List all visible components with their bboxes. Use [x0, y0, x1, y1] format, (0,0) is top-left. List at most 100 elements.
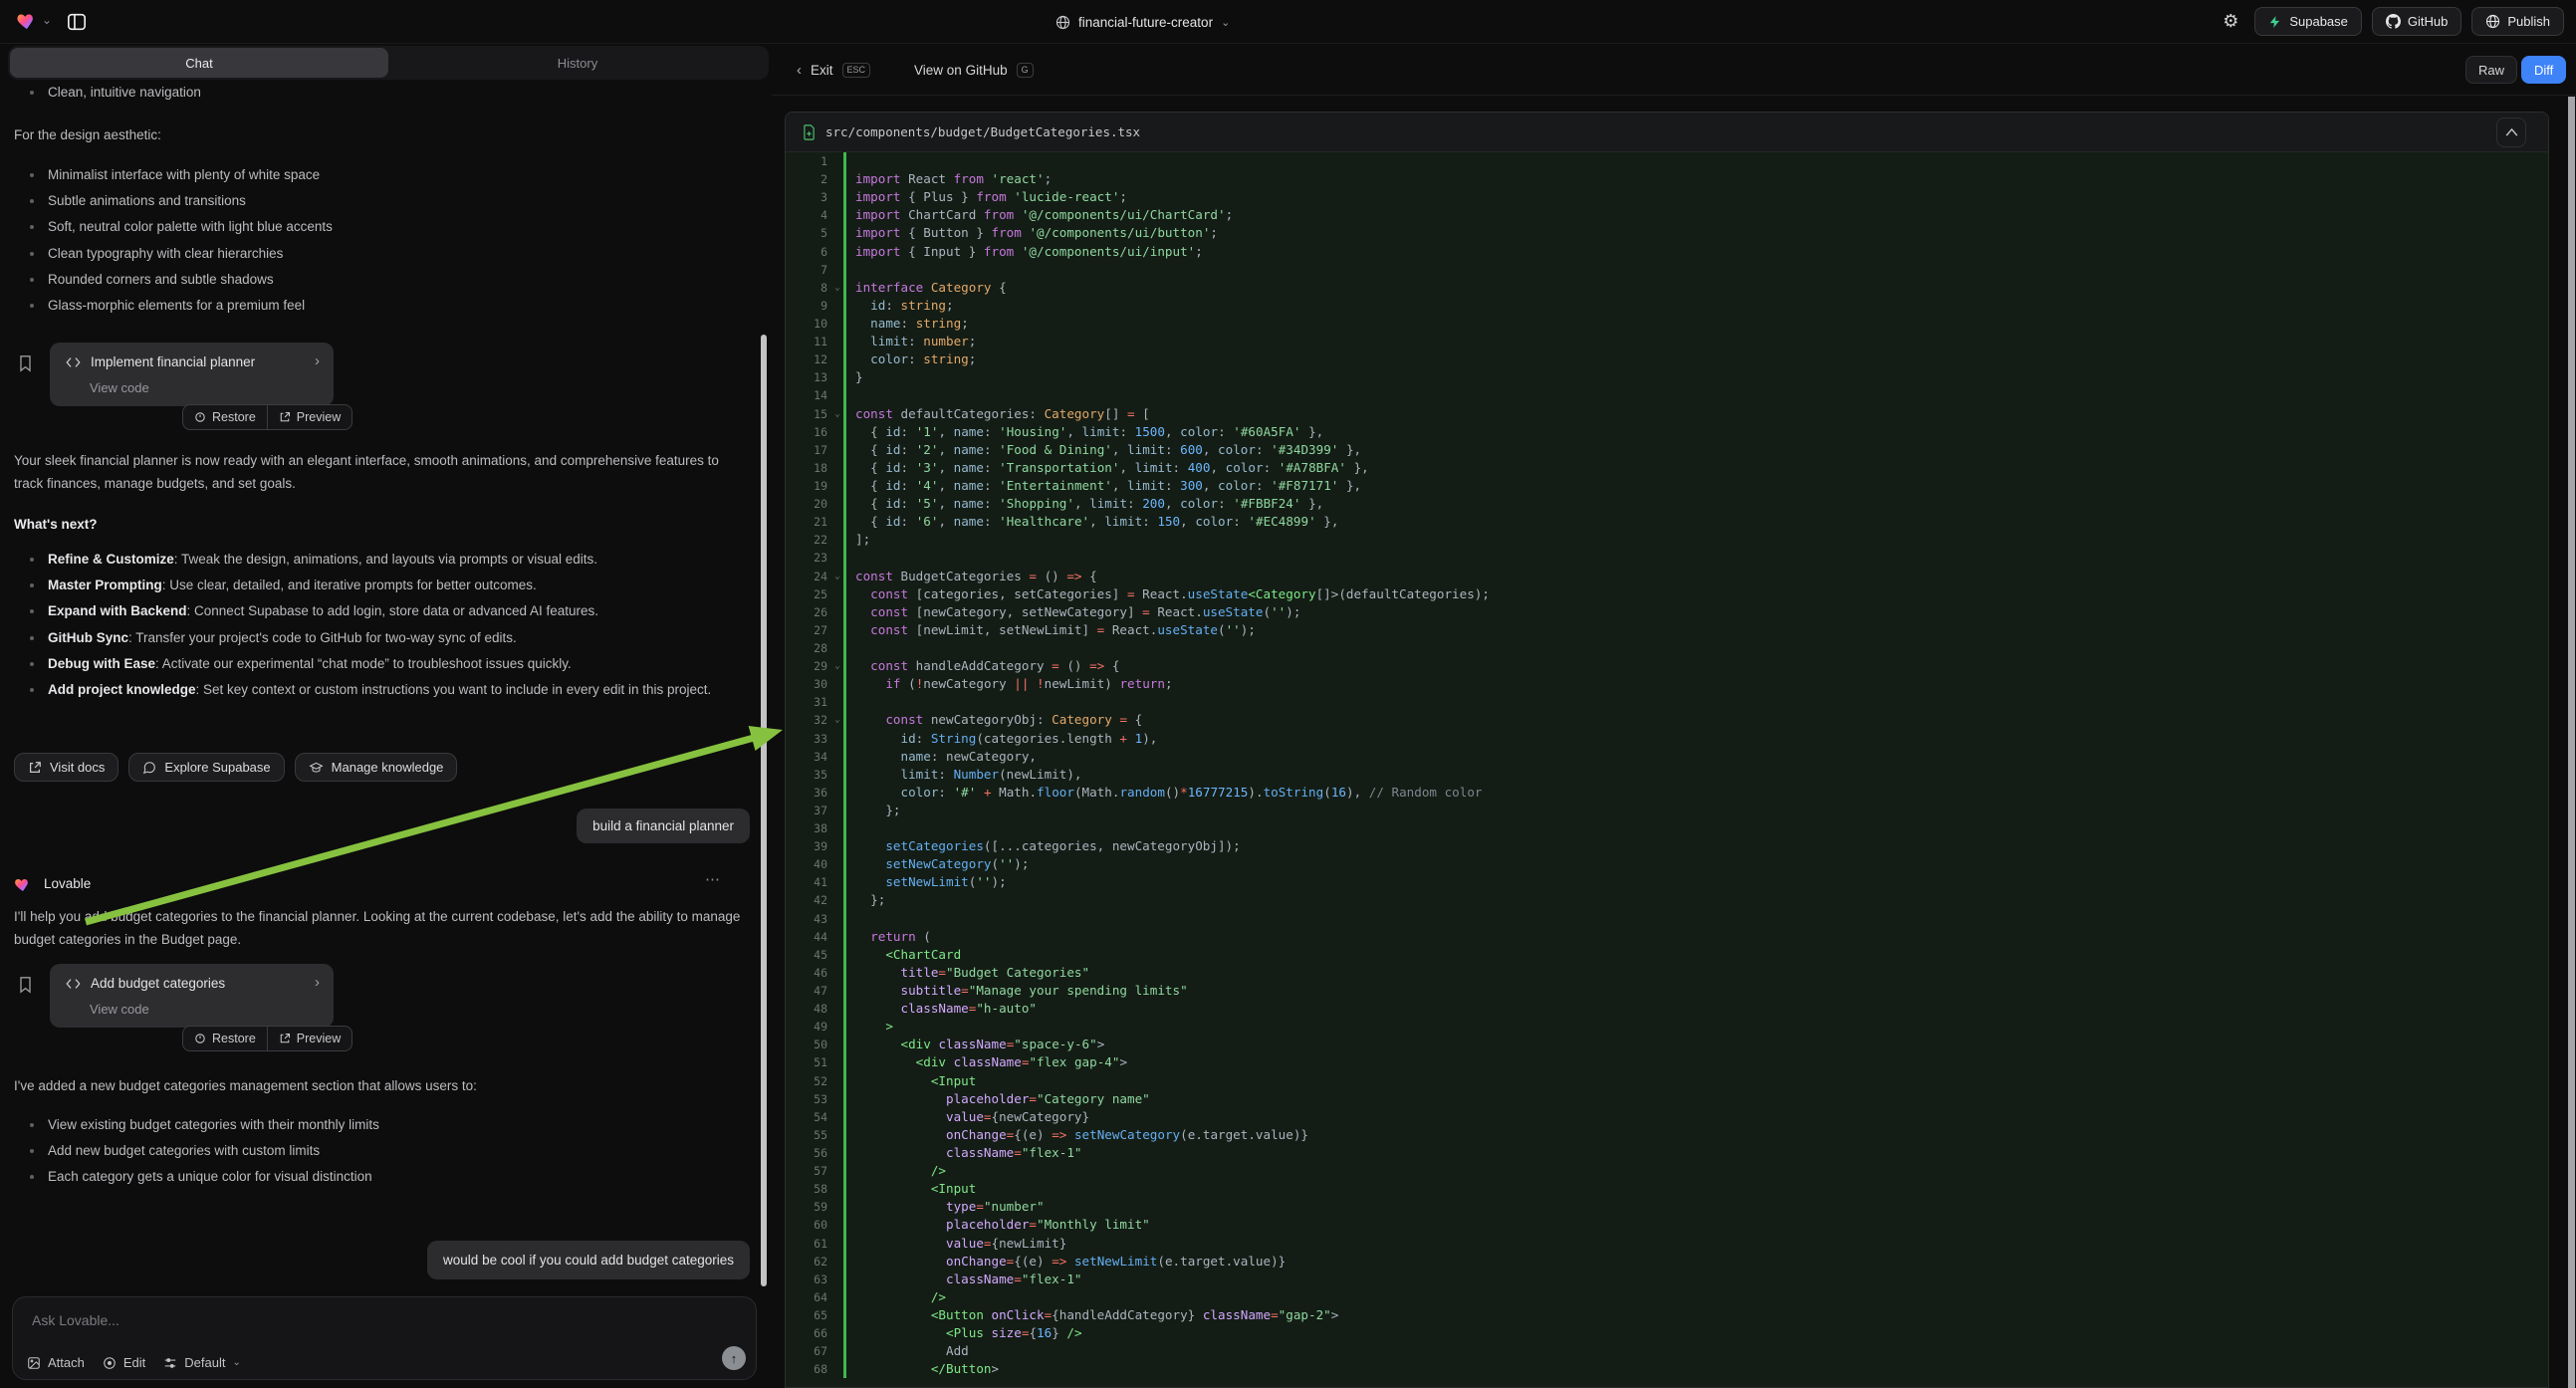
fold-spacer: [831, 1108, 843, 1126]
fold-chevron-icon: ⌄: [831, 568, 843, 585]
code-text: const newCategoryObj: Category = {: [843, 711, 2548, 729]
code-line: 33 id: String(categories.length + 1),: [786, 730, 2548, 748]
supabase-bolt-icon: [2268, 15, 2282, 29]
supabase-button[interactable]: Supabase: [2254, 7, 2362, 36]
fold-spacer: [831, 730, 843, 748]
line-number: 60: [786, 1216, 831, 1234]
code-line: 40 setNewCategory('');: [786, 855, 2548, 873]
view-on-github-link[interactable]: View on GitHub: [914, 63, 1008, 78]
code-line: 6import { Input } from '@/components/ui/…: [786, 243, 2548, 261]
line-number: 12: [786, 350, 831, 368]
code-line: 24⌄const BudgetCategories = () => {: [786, 568, 2548, 585]
code-text: onChange={(e) => setNewCategory(e.target…: [843, 1126, 2548, 1144]
code-text: <Plus size={16} />: [843, 1324, 2548, 1342]
code-line: 51 <div className="flex gap-4">: [786, 1053, 2548, 1071]
line-number: 1: [786, 152, 831, 170]
tab-history[interactable]: History: [388, 48, 767, 78]
prompt-input[interactable]: Ask Lovable... Attach Edit Default ⌄ ↑: [12, 1296, 757, 1380]
bullet-item: Clean, intuitive navigation: [14, 80, 201, 106]
restore-button[interactable]: Restore: [183, 405, 267, 429]
code-scrollbar[interactable]: [2568, 97, 2575, 1388]
github-button[interactable]: GitHub: [2372, 7, 2461, 36]
fold-spacer: [831, 873, 843, 891]
code-line: 25 const [categories, setCategories] = R…: [786, 585, 2548, 603]
assistant-name: Lovable: [44, 876, 91, 891]
code-line: 26 const [newCategory, setNewCategory] =…: [786, 603, 2548, 621]
chat-scrollbar[interactable]: [761, 335, 767, 1286]
fold-spacer: [831, 1288, 843, 1306]
app-window: ⌄ financial-future-creator ⌄ ⚙ Supabase: [0, 0, 2576, 1388]
bullet-dot: [30, 199, 34, 203]
whats-next-heading: What's next?: [14, 517, 97, 532]
restore-button[interactable]: Restore: [183, 1027, 267, 1050]
code-line: 13}: [786, 368, 2548, 386]
code-line: 44 return (: [786, 928, 2548, 946]
line-number: 46: [786, 964, 831, 982]
code-text: };: [843, 802, 2548, 819]
fold-spacer: [831, 513, 843, 531]
fold-spacer: [831, 1253, 843, 1271]
bookmark-icon[interactable]: [18, 976, 33, 994]
target-icon: [103, 1356, 117, 1370]
bullet-dot: [30, 304, 34, 308]
preview-button[interactable]: Preview: [267, 1027, 351, 1050]
file-path: src/components/budget/BudgetCategories.t…: [825, 124, 1140, 139]
view-code-link[interactable]: View code: [90, 1002, 149, 1017]
mode-select[interactable]: Default ⌄: [163, 1355, 241, 1370]
code-line: 66 <Plus size={16} />: [786, 1324, 2548, 1342]
chat-panel: Chat History Clean, intuitive navigation…: [0, 0, 772, 1388]
code-text: }: [843, 368, 2548, 386]
code-text: [843, 693, 2548, 711]
manage-knowledge-button[interactable]: Manage knowledge: [295, 753, 458, 782]
code-editor[interactable]: 12import React from 'react';3import { Pl…: [786, 152, 2548, 1378]
settings-gear-icon[interactable]: ⚙: [2217, 8, 2244, 36]
version-card-implement-financial-planner[interactable]: Implement financial planner View code ›: [50, 343, 334, 406]
code-line: 59 type="number": [786, 1198, 2548, 1216]
exit-button[interactable]: Exit: [811, 63, 833, 78]
code-line: 64 />: [786, 1288, 2548, 1306]
view-code-link[interactable]: View code: [90, 380, 149, 395]
send-button[interactable]: ↑: [722, 1346, 746, 1370]
fold-spacer: [831, 1072, 843, 1090]
bullet-dot: [30, 583, 34, 587]
version-card-add-budget-categories[interactable]: Add budget categories View code ›: [50, 964, 334, 1028]
raw-toggle-button[interactable]: Raw: [2465, 56, 2517, 84]
code-text: value={newCategory}: [843, 1108, 2548, 1126]
attach-button[interactable]: Attach: [27, 1355, 85, 1370]
bookmark-icon[interactable]: [18, 354, 33, 372]
fold-spacer: [831, 1324, 843, 1342]
code-text: [843, 639, 2548, 657]
fold-spacer: [831, 1126, 843, 1144]
publish-button[interactable]: Publish: [2471, 7, 2564, 36]
fold-spacer: [831, 368, 843, 386]
tab-chat[interactable]: Chat: [10, 48, 388, 78]
line-number: 34: [786, 748, 831, 766]
line-number: 7: [786, 261, 831, 279]
code-text: >: [843, 1018, 2548, 1036]
fold-spacer: [831, 621, 843, 639]
code-line: 54 value={newCategory}: [786, 1108, 2548, 1126]
code-line: 68 </Button>: [786, 1360, 2548, 1378]
line-number: 8: [786, 279, 831, 297]
code-line: 19 { id: '4', name: 'Entertainment', lim…: [786, 477, 2548, 495]
edit-mode-button[interactable]: Edit: [103, 1355, 145, 1370]
line-number: 44: [786, 928, 831, 946]
code-text: [843, 549, 2548, 567]
preview-button[interactable]: Preview: [267, 405, 351, 429]
code-text: placeholder="Category name": [843, 1090, 2548, 1108]
diff-toggle-button[interactable]: Diff: [2521, 56, 2566, 84]
code-text: />: [843, 1288, 2548, 1306]
restore-icon: [194, 411, 206, 423]
line-number: 62: [786, 1253, 831, 1271]
collapse-file-button[interactable]: [2496, 117, 2526, 147]
chevron-right-icon: ›: [315, 352, 320, 369]
code-line: 47 subtitle="Manage your spending limits…: [786, 982, 2548, 1000]
bullet-dot: [30, 278, 34, 282]
line-number: 29: [786, 657, 831, 675]
visit-docs-button[interactable]: Visit docs: [14, 753, 118, 782]
explore-supabase-button[interactable]: Explore Supabase: [128, 753, 284, 782]
more-options-icon[interactable]: ⋯: [705, 870, 721, 888]
line-number: 21: [786, 513, 831, 531]
project-menu[interactable]: financial-future-creator ⌄: [1055, 0, 1230, 44]
fold-spacer: [831, 891, 843, 909]
